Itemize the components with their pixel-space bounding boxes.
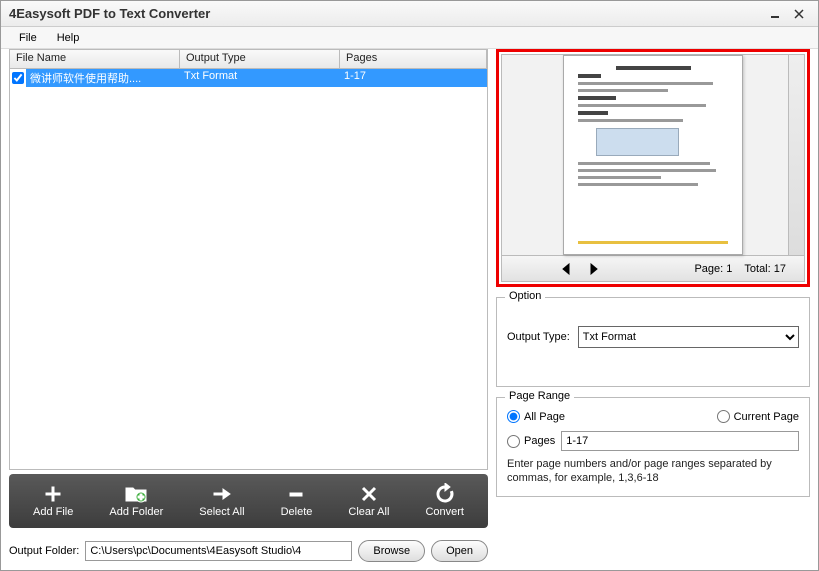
file-list-header: File Name Output Type Pages: [9, 49, 488, 69]
menu-help[interactable]: Help: [47, 30, 90, 46]
col-filename[interactable]: File Name: [10, 50, 180, 68]
open-button[interactable]: Open: [431, 540, 488, 562]
current-page-radio[interactable]: Current Page: [717, 410, 799, 423]
cell-output: Txt Format: [180, 69, 340, 87]
next-page-button[interactable]: [582, 259, 606, 279]
toolbar: Add File Add Folder Select All Delete Cl…: [9, 474, 488, 528]
pages-input[interactable]: [561, 431, 799, 451]
page-range-legend: Page Range: [505, 390, 574, 402]
page-range-group: Page Range All Page Current Page Pages E…: [496, 397, 810, 497]
browse-button[interactable]: Browse: [358, 540, 425, 562]
all-page-radio[interactable]: All Page: [507, 410, 565, 423]
table-row[interactable]: 微讲师软件使用帮助.... Txt Format 1-17: [10, 69, 487, 87]
clear-all-button[interactable]: Clear All: [342, 482, 395, 520]
x-icon: [357, 484, 381, 504]
menubar: File Help: [1, 27, 818, 49]
plus-icon: [41, 484, 65, 504]
titlebar: 4Easysoft PDF to Text Converter: [1, 1, 818, 27]
folder-plus-icon: [124, 484, 148, 504]
window-title: 4Easysoft PDF to Text Converter: [9, 6, 762, 21]
prev-page-button[interactable]: [554, 259, 578, 279]
add-folder-button[interactable]: Add Folder: [103, 482, 169, 520]
page-label: Page: 1: [694, 263, 740, 275]
minus-icon: [284, 484, 308, 504]
add-file-button[interactable]: Add File: [27, 482, 79, 520]
option-group: Option Output Type: Txt Format: [496, 297, 810, 387]
app-window: 4Easysoft PDF to Text Converter File Hel…: [0, 0, 819, 571]
menu-file[interactable]: File: [9, 30, 47, 46]
output-type-label: Output Type:: [507, 331, 570, 343]
delete-button[interactable]: Delete: [275, 482, 319, 520]
convert-button[interactable]: Convert: [419, 482, 470, 520]
preview-controls: Page: 1 Total: 17: [502, 255, 804, 281]
cell-pages: 1-17: [340, 69, 370, 87]
preview-page-area: [502, 55, 804, 255]
cell-filename: 微讲师软件使用帮助....: [26, 69, 180, 87]
col-output[interactable]: Output Type: [180, 50, 340, 68]
arrow-right-icon: [210, 484, 234, 504]
output-folder-input[interactable]: [85, 541, 352, 561]
preview-page: [563, 55, 743, 255]
row-checkbox[interactable]: [10, 69, 26, 87]
output-type-select[interactable]: Txt Format: [578, 326, 799, 348]
select-all-button[interactable]: Select All: [193, 482, 250, 520]
pages-radio[interactable]: Pages: [507, 435, 555, 448]
output-folder-label: Output Folder:: [9, 545, 79, 557]
preview-pane: Page: 1 Total: 17: [501, 54, 805, 282]
output-folder-row: Output Folder: Browse Open: [9, 540, 488, 562]
minimize-button[interactable]: [764, 5, 786, 23]
file-list: 微讲师软件使用帮助.... Txt Format 1-17: [9, 69, 488, 470]
preview-scrollbar[interactable]: [788, 55, 804, 255]
preview-highlight: Page: 1 Total: 17: [496, 49, 810, 287]
col-pages[interactable]: Pages: [340, 50, 487, 68]
refresh-icon: [433, 484, 457, 504]
option-legend: Option: [505, 290, 545, 302]
page-range-hint: Enter page numbers and/or page ranges se…: [507, 457, 799, 486]
total-label: Total: 17: [744, 263, 796, 275]
close-button[interactable]: [788, 5, 810, 23]
